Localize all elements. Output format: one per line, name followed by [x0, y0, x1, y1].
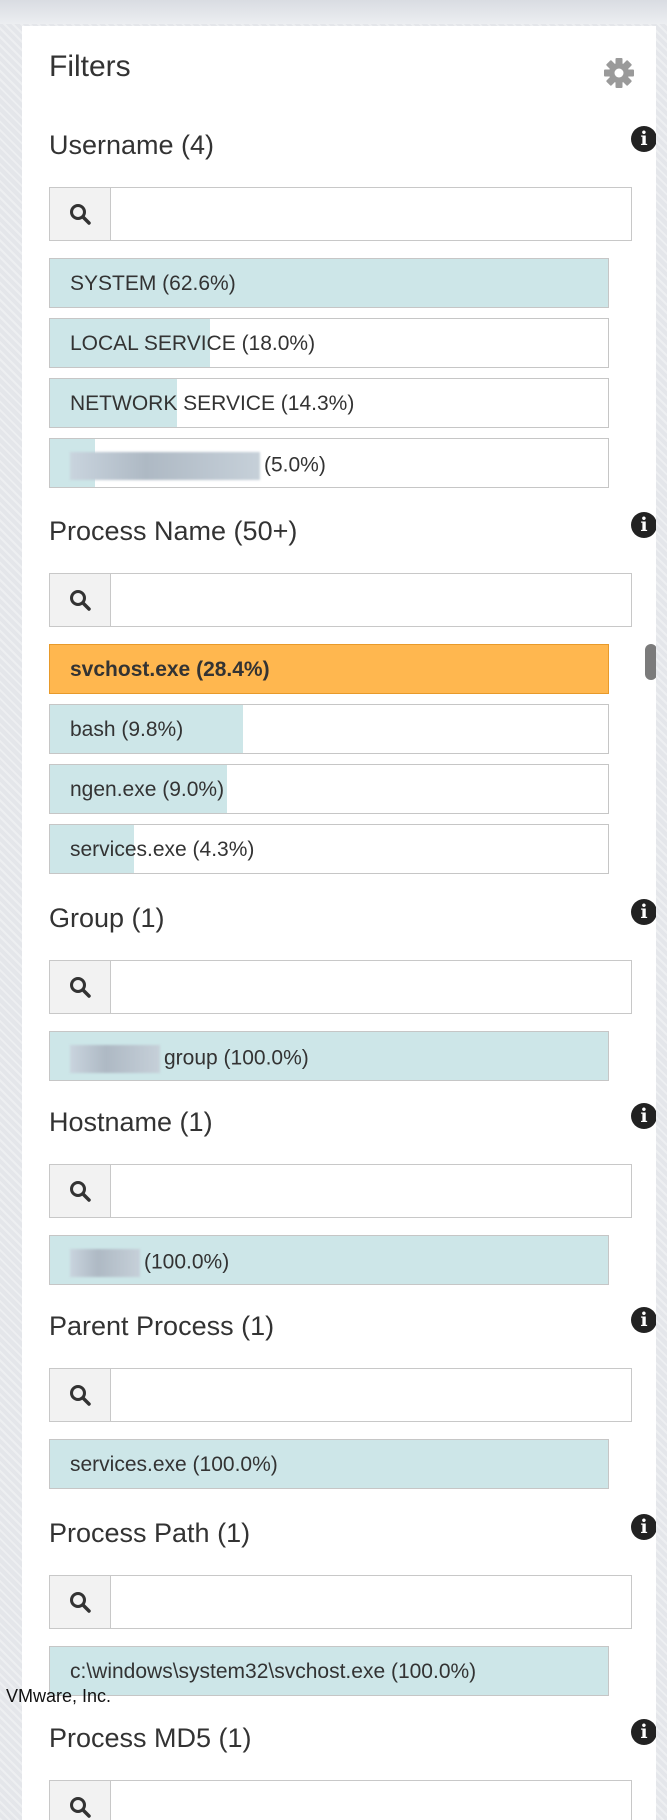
panel-title: Filters: [49, 50, 131, 83]
search-input[interactable]: [112, 574, 630, 626]
search-box: [49, 573, 632, 627]
filter-value-text: svchost.exe (28.4%): [70, 658, 270, 682]
filter-value-text: c:\windows\system32\svchost.exe (100.0%): [70, 1660, 476, 1684]
filter-value-item[interactable]: (100.0%): [49, 1235, 609, 1285]
search-box: [49, 1575, 632, 1629]
filter-value-label: svchost.exe (28.4%): [70, 658, 270, 681]
filter-value-item[interactable]: ngen.exe (9.0%): [49, 764, 609, 814]
filter-value-label: services.exe (100.0%): [70, 1453, 278, 1476]
filter-value-label: c:\windows\system32\svchost.exe (100.0%): [70, 1660, 477, 1683]
search-input[interactable]: [112, 961, 630, 1013]
filter-value-text: SYSTEM (62.6%): [70, 272, 236, 296]
filter-value-item[interactable]: services.exe (4.3%): [49, 824, 609, 874]
filter-value-text: ngen.exe (9.0%): [70, 778, 224, 802]
filter-values-list: (100.0%): [49, 1235, 609, 1295]
filter-values-list: c:\windows\system32\svchost.exe (100.0%): [49, 1646, 609, 1706]
info-icon[interactable]: i: [631, 1103, 656, 1129]
section-title: Process Path (1): [49, 1518, 251, 1548]
filter-value-label: group (100.0%): [164, 1046, 309, 1070]
section-title: Username (4): [49, 130, 215, 160]
filter-value-label: LOCAL SERVICE (18.0%): [70, 332, 316, 355]
filter-value-text: services.exe (4.3%): [70, 838, 254, 862]
search-box: [49, 1164, 632, 1218]
info-icon[interactable]: i: [631, 899, 656, 925]
redacted-value: [70, 1249, 140, 1277]
info-icon[interactable]: i: [631, 512, 656, 538]
filter-value-item[interactable]: group (100.0%): [49, 1031, 609, 1081]
section-title: Hostname (1): [49, 1107, 213, 1137]
search-icon[interactable]: [50, 961, 111, 1013]
filter-values-list: group (100.0%): [49, 1031, 609, 1091]
filters-panel: Filters Username (4) i SYSTEM (62.6%) LOCAL…: [22, 26, 656, 1820]
filter-value-item[interactable]: SYSTEM (62.6%): [49, 258, 609, 308]
filter-value-text: bash (9.8%): [70, 718, 183, 742]
search-icon[interactable]: [50, 188, 111, 240]
search-icon[interactable]: [50, 574, 111, 626]
filter-value-item[interactable]: svchost.exe (28.4%): [49, 644, 609, 694]
filter-value-label: ngen.exe (9.0%): [70, 778, 225, 801]
search-box: [49, 1368, 632, 1422]
filter-value-label: bash (9.8%): [70, 718, 184, 741]
filter-value-text: LOCAL SERVICE (18.0%): [70, 332, 315, 356]
section-title: Group (1): [49, 903, 165, 933]
search-icon[interactable]: [50, 1369, 111, 1421]
filter-value-text: (5.0%): [70, 452, 326, 480]
search-input[interactable]: [112, 1165, 630, 1217]
search-input[interactable]: [112, 1576, 630, 1628]
filter-values-list: SYSTEM (62.6%) LOCAL SERVICE (18.0%) NETWO…: [49, 258, 609, 498]
search-box: [49, 960, 632, 1014]
info-icon[interactable]: i: [631, 1307, 656, 1333]
filter-value-item[interactable]: services.exe (100.0%): [49, 1439, 609, 1489]
filter-values-list: svchost.exe (28.4%) bash (9.8%) ngen.exe (…: [49, 644, 609, 884]
search-icon[interactable]: [50, 1781, 111, 1820]
search-input[interactable]: [112, 1369, 630, 1421]
search-box: [49, 187, 632, 241]
filter-value-label: services.exe (4.3%): [70, 838, 255, 861]
gear-icon[interactable]: [602, 56, 636, 90]
search-icon[interactable]: [50, 1576, 111, 1628]
footer-company-text: VMware, Inc.: [6, 1686, 112, 1706]
filter-value-label: NETWORK SERVICE (14.3%): [70, 392, 355, 415]
redacted-value: [70, 452, 260, 480]
filter-value-item[interactable]: NETWORK SERVICE (14.3%): [49, 378, 609, 428]
info-icon[interactable]: i: [631, 1719, 656, 1745]
redacted-value: [70, 1045, 160, 1073]
filter-value-text: NETWORK SERVICE (14.3%): [70, 392, 354, 416]
section-title: Process MD5 (1): [49, 1723, 252, 1753]
filter-value-item[interactable]: c:\windows\system32\svchost.exe (100.0%): [49, 1646, 609, 1696]
filter-value-text: (100.0%): [70, 1249, 229, 1277]
list-scrollbar[interactable]: [645, 644, 656, 680]
filter-value-text: group (100.0%): [70, 1045, 309, 1073]
info-icon[interactable]: i: [631, 1514, 656, 1540]
filter-value-item[interactable]: LOCAL SERVICE (18.0%): [49, 318, 609, 368]
filter-value-label: SYSTEM (62.6%): [70, 272, 236, 295]
section-title: Process Name (50+): [49, 516, 298, 546]
filter-value-text: services.exe (100.0%): [70, 1453, 278, 1477]
section-title: Parent Process (1): [49, 1311, 275, 1341]
search-input[interactable]: [112, 1781, 630, 1820]
search-icon[interactable]: [50, 1165, 111, 1217]
filter-value-label: (5.0%): [264, 453, 326, 477]
filter-value-item[interactable]: bash (9.8%): [49, 704, 609, 754]
filter-value-item[interactable]: (5.0%): [49, 438, 609, 488]
filter-values-list: services.exe (100.0%): [49, 1439, 609, 1499]
info-icon[interactable]: i: [631, 126, 656, 152]
search-box: [49, 1780, 632, 1820]
filter-value-label: (100.0%): [144, 1250, 230, 1274]
top-strip: [0, 0, 667, 24]
search-input[interactable]: [112, 188, 630, 240]
